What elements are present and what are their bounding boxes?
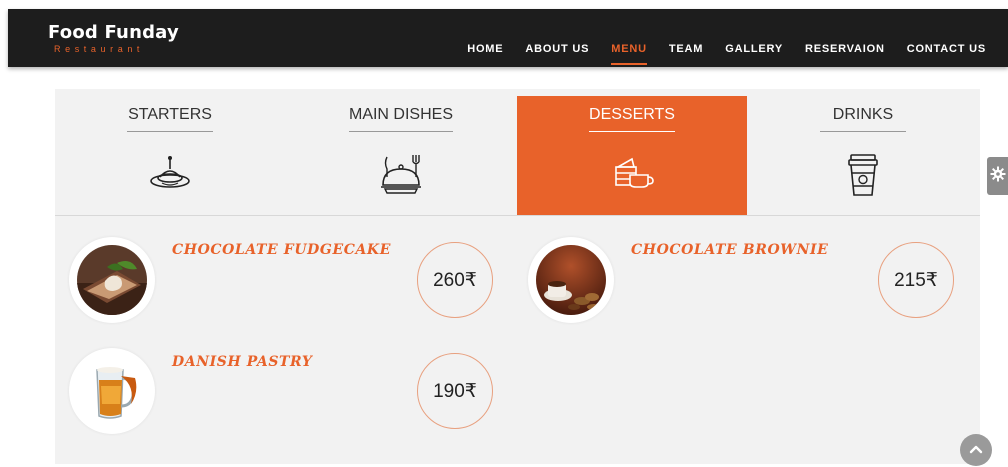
item-name: CHOCOLATE FUDGECAKE xyxy=(172,242,391,258)
brand-subtitle: Restaurant xyxy=(54,44,145,54)
item-image xyxy=(528,237,614,323)
tab-main-dishes[interactable]: MAIN DISHES xyxy=(286,96,516,215)
chevron-up-icon xyxy=(969,441,983,459)
drink-cup-icon xyxy=(845,153,881,202)
tab-drinks[interactable]: DRINKS xyxy=(748,96,978,215)
brand-name: Food Funday xyxy=(48,22,179,43)
menu-panel: STARTERS MAIN DISHES DESSERTS DRINKS CHO… xyxy=(55,89,980,464)
starter-dish-icon xyxy=(148,153,192,198)
tab-label: MAIN DISHES xyxy=(348,106,453,132)
dessert-cup-icon xyxy=(610,153,654,198)
price-badge: 190₹ xyxy=(417,353,493,429)
top-navbar: Food Funday Restaurant HOME ABOUT US MEN… xyxy=(8,9,1008,67)
tab-starters[interactable]: STARTERS xyxy=(55,96,285,215)
menu-tabs: STARTERS MAIN DISHES DESSERTS DRINKS xyxy=(55,96,980,215)
tabs-divider xyxy=(55,215,980,216)
item-image xyxy=(69,237,155,323)
item-name: CHOCOLATE BROWNIE xyxy=(631,242,829,258)
price-badge: 260₹ xyxy=(417,242,493,318)
item-name: DANISH PASTRY xyxy=(172,354,313,370)
price-badge: 215₹ xyxy=(878,242,954,318)
tab-label: DRINKS xyxy=(820,106,906,132)
nav-menu[interactable]: MENU xyxy=(611,43,647,65)
nav-reservation[interactable]: RESERVAION xyxy=(805,43,885,55)
main-nav: HOME ABOUT US MENU TEAM GALLERY RESERVAI… xyxy=(467,43,986,65)
tab-desserts[interactable]: DESSERTS xyxy=(517,96,747,215)
fudgecake-photo xyxy=(77,245,147,315)
nav-contact-us[interactable]: CONTACT US xyxy=(907,43,986,55)
danish-pastry-photo xyxy=(77,356,147,426)
item-image xyxy=(69,348,155,434)
brand-logo[interactable]: Food Funday Restaurant xyxy=(48,22,179,54)
nav-home[interactable]: HOME xyxy=(467,43,503,55)
settings-toggle-button[interactable] xyxy=(987,157,1008,195)
gear-icon xyxy=(990,166,1006,187)
nav-gallery[interactable]: GALLERY xyxy=(725,43,783,55)
nav-about-us[interactable]: ABOUT US xyxy=(525,43,589,55)
tab-label: STARTERS xyxy=(127,106,213,132)
main-dish-icon xyxy=(379,153,423,202)
tab-label: DESSERTS xyxy=(589,106,675,132)
scroll-to-top-button[interactable] xyxy=(960,434,992,466)
nav-team[interactable]: TEAM xyxy=(669,43,703,55)
brownie-photo xyxy=(536,245,606,315)
